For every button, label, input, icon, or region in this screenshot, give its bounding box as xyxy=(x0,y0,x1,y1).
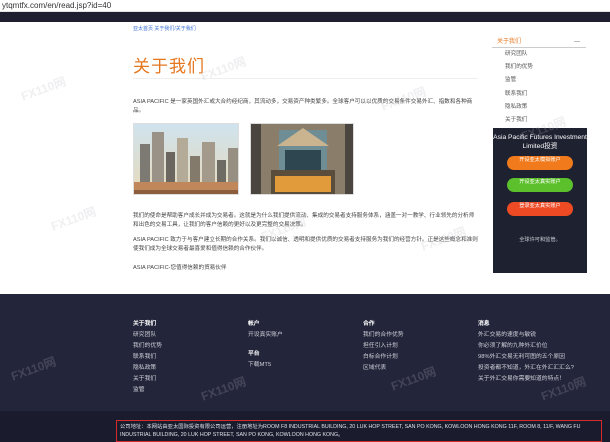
sidebar-item-regulation[interactable]: 监管 xyxy=(492,74,586,87)
footer-link[interactable]: 我们的合作优势 xyxy=(363,330,404,341)
footer-col-about: 关于我们 研究团队 我们的优势 联系我们 隐私政策 关于我们 监管 xyxy=(133,319,162,396)
footer-link[interactable]: 研究团队 xyxy=(133,330,162,341)
footer-link[interactable]: 联系我们 xyxy=(133,352,162,363)
footer-col-account: 帐户 开设真实账户 平台 下载MT5 xyxy=(248,319,283,371)
open-live-account-button[interactable]: 开设亚太真实账户 xyxy=(507,178,573,192)
footer-link[interactable]: 外汇交易的速度与敏锐 xyxy=(478,330,574,341)
footer-link[interactable]: 开设真实账户 xyxy=(248,330,283,341)
footer-heading: 帐户 xyxy=(248,321,260,327)
open-demo-account-button[interactable]: 开设亚太模拟账户 xyxy=(507,156,573,170)
footer-heading: 关于我们 xyxy=(133,321,157,327)
company-address: 公司地址：本网站由亚太国际投资有限公司运营，注册地址为ROOM F8 INDUS… xyxy=(116,420,602,442)
license-note: 全球许可和监管。 xyxy=(519,237,561,243)
sidebar-item-privacy[interactable]: 隐私政策 xyxy=(492,101,586,114)
sidebar-nav: 关于我们 — 研究团队 我们的优势 监管 联系我们 隐私政策 关于我们 xyxy=(492,36,586,127)
tagline-paragraph: ASIA PACIFIC-您值得信赖的贸易伙伴 xyxy=(133,265,227,271)
building-facade-image xyxy=(250,123,354,195)
breadcrumb[interactable]: 亚太首页 关于我们/关于我们 xyxy=(133,25,196,32)
footer-link[interactable]: 区域代表 xyxy=(363,363,404,374)
login-live-account-button[interactable]: 登录亚太真实账户 xyxy=(507,202,573,216)
collapse-icon[interactable]: — xyxy=(574,36,580,48)
mission-paragraph: 我们的使命是帮助客户成长并成为交易者。这就是为什么我们提供流动、集成的交易者支持… xyxy=(133,213,475,228)
footer-link[interactable]: 关于我们 xyxy=(133,374,162,385)
footer-heading: 合作 xyxy=(363,321,375,327)
footer-heading: 消息 xyxy=(478,321,490,327)
intro-paragraph: ASIA PACIFIC 是一家英国外汇或大合约经纪商，其流动多，交易资产种类繁… xyxy=(133,99,473,114)
sidebar-heading[interactable]: 关于我们 — xyxy=(492,36,586,48)
footer-link[interactable]: 投资者都不知道，外汇在外汇汇汇么? xyxy=(478,363,574,374)
footer-heading: 平台 xyxy=(248,351,260,357)
footer-link[interactable]: 监管 xyxy=(133,385,162,396)
footer-link[interactable]: 我们的优势 xyxy=(133,341,162,352)
footer-col-news: 消息 外汇交易的速度与敏锐 你必须了解的九种外汇价位 98%外汇交易无利可图的五… xyxy=(478,319,574,385)
address-bar[interactable]: ytqmtfx.com/en/read.jsp?id=40 xyxy=(0,0,610,12)
footer-col-partner: 合作 我们的合作优势 担任引入计划 白标合作计划 区域代表 xyxy=(363,319,404,374)
sidebar-item-about[interactable]: 关于我们 xyxy=(492,114,586,127)
footer-link[interactable]: 担任引入计划 xyxy=(363,341,404,352)
sidebar-item-contact[interactable]: 联系我们 xyxy=(492,88,586,101)
footer-link[interactable]: 隐私政策 xyxy=(133,363,162,374)
sidebar-item-research-team[interactable]: 研究团队 xyxy=(492,48,586,61)
footer-link[interactable]: 下载MT5 xyxy=(248,360,283,371)
title-divider xyxy=(133,78,478,79)
sidebar-heading-label: 关于我们 xyxy=(497,39,522,45)
footer-link[interactable]: 白标合作计划 xyxy=(363,352,404,363)
city-skyline-image xyxy=(133,123,239,195)
page-title: 关于我们 xyxy=(133,57,205,76)
promo-title: Asia Pacific Futures Investment Limited投… xyxy=(493,134,587,150)
site-header xyxy=(0,12,610,22)
promo-panel: Asia Pacific Futures Investment Limited投… xyxy=(493,128,587,273)
footer-link[interactable]: 你必须了解的九种外汇价位 xyxy=(478,341,574,352)
partnership-paragraph: ASIA PACIFIC 致力于与客户建立长期的合作关系。我们以诚信、透明和提供… xyxy=(133,237,478,252)
sidebar-item-advantages[interactable]: 我们的优势 xyxy=(492,61,586,74)
footer-link[interactable]: 98%外汇交易无利可图的五个原因 xyxy=(478,352,574,363)
footer-link[interactable]: 关于外汇交易你需要知道的特点！ xyxy=(478,374,574,385)
